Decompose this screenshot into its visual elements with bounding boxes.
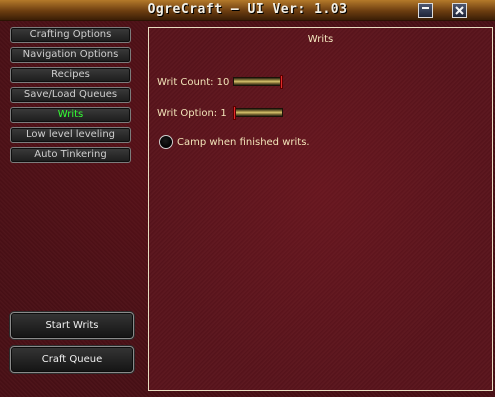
start-writs-button[interactable]: Start Writs — [10, 312, 134, 339]
craft-queue-button[interactable]: Craft Queue — [10, 346, 134, 373]
nav-recipes[interactable]: Recipes — [10, 67, 131, 83]
ogrecraft-window: OgreCraft — UI Ver: 1.03 Crafting Option… — [0, 0, 495, 397]
writ-count-label: Writ Count: 10 — [157, 77, 230, 88]
writs-panel: Writs Writ Count: 10 Writ Option: 1 Camp… — [148, 27, 493, 391]
title-bar[interactable]: OgreCraft — UI Ver: 1.03 — [0, 0, 495, 21]
nav-auto-tinkering[interactable]: Auto Tinkering — [10, 147, 131, 163]
close-icon — [455, 6, 464, 15]
close-button[interactable] — [452, 3, 467, 18]
nav-save-load-queues[interactable]: Save/Load Queues — [10, 87, 131, 103]
writ-count-track — [233, 77, 283, 86]
camp-when-finished-radio[interactable] — [159, 135, 173, 149]
camp-when-finished-label[interactable]: Camp when finished writs. — [177, 137, 310, 148]
nav-navigation-options[interactable]: Navigation Options — [10, 47, 131, 63]
minimize-button[interactable] — [418, 3, 433, 18]
nav-writs[interactable]: Writs — [10, 107, 131, 123]
nav-low-level-leveling[interactable]: Low level leveling — [10, 127, 131, 143]
writ-count-slider[interactable] — [233, 75, 283, 89]
writ-option-track — [233, 108, 283, 117]
writ-option-label: Writ Option: 1 — [157, 108, 227, 119]
writ-option-slider[interactable] — [233, 106, 283, 120]
writ-option-handle[interactable] — [233, 106, 236, 120]
minimize-icon — [422, 7, 429, 9]
writ-count-handle[interactable] — [280, 75, 283, 89]
panel-title: Writs — [307, 34, 334, 45]
nav-crafting-options[interactable]: Crafting Options — [10, 27, 131, 43]
